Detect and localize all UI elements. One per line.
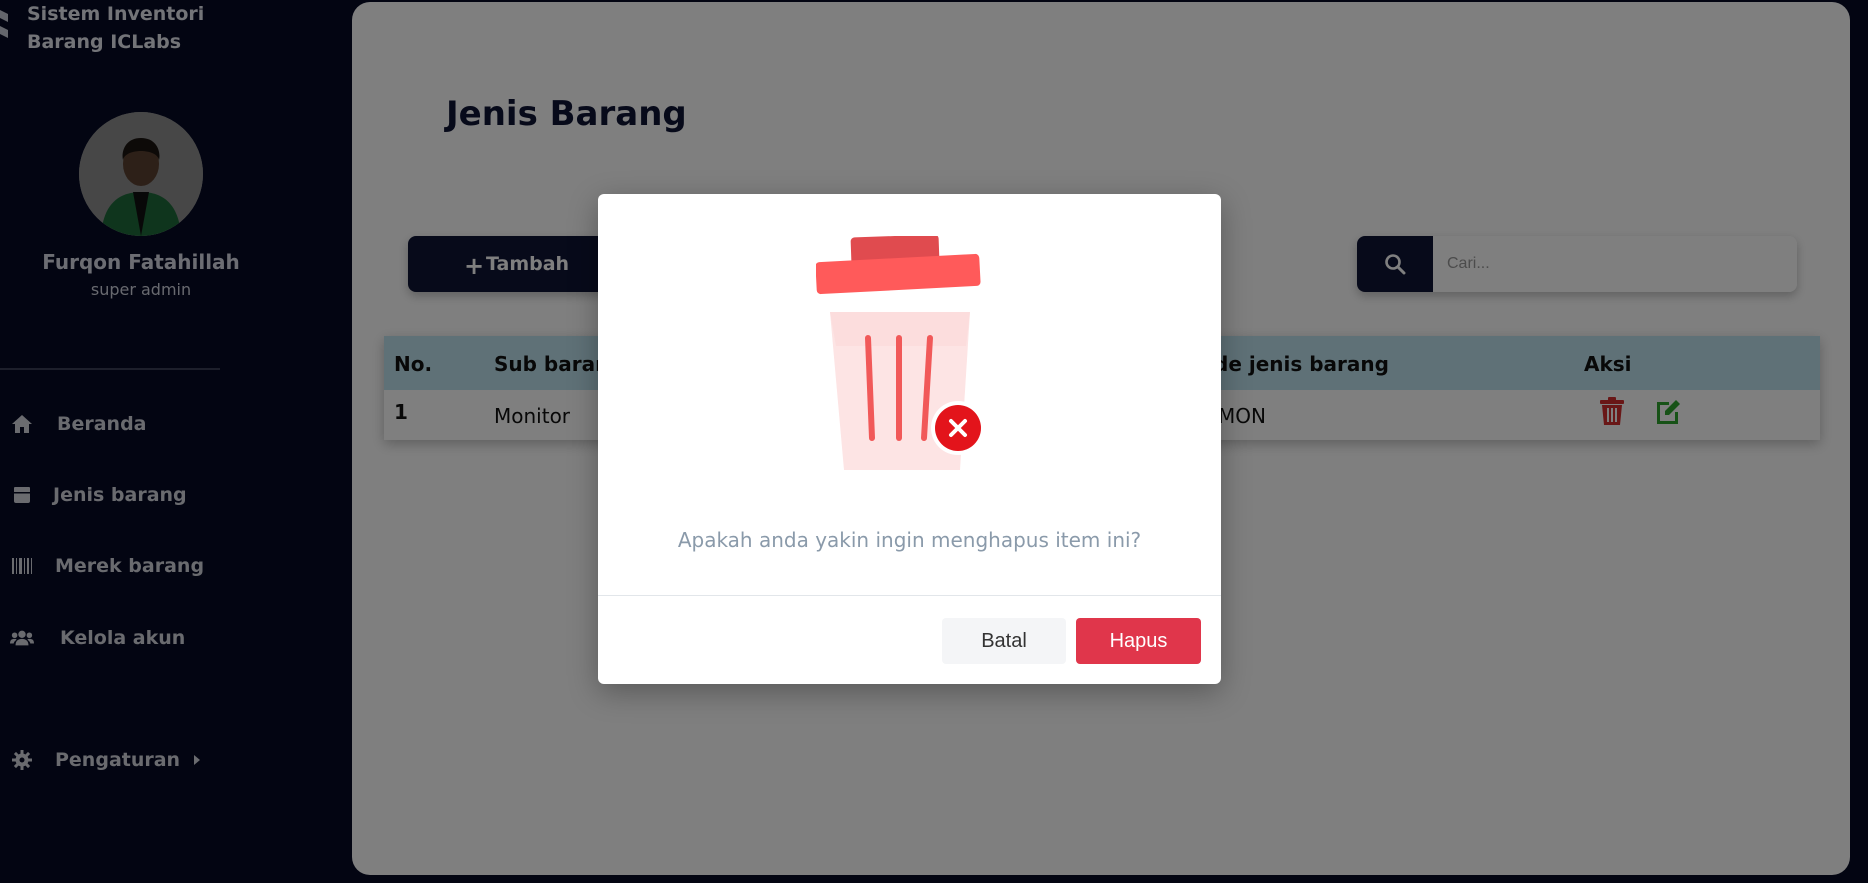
confirm-delete-button[interactable]: Hapus xyxy=(1076,618,1201,664)
cancel-button[interactable]: Batal xyxy=(942,618,1066,664)
modal-divider xyxy=(598,595,1221,596)
confirm-delete-modal: Apakah anda yakin ingin menghapus item i… xyxy=(598,194,1221,684)
modal-message: Apakah anda yakin ingin menghapus item i… xyxy=(677,528,1142,552)
trash-icon xyxy=(816,236,985,470)
